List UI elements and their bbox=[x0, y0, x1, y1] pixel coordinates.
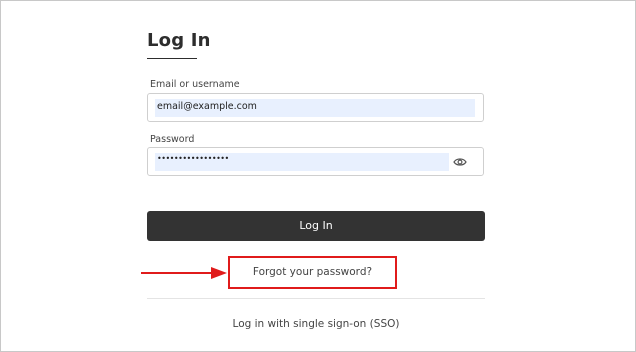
eye-icon[interactable] bbox=[453, 156, 467, 168]
password-field[interactable]: ••••••••••••••••• bbox=[147, 147, 484, 176]
page-title: Log In bbox=[147, 30, 211, 51]
sso-login-link[interactable]: Log in with single sign-on (SSO) bbox=[147, 318, 485, 330]
arrow-right-icon bbox=[141, 267, 227, 279]
forgot-password-link[interactable]: Forgot your password? bbox=[230, 266, 395, 278]
email-label: Email or username bbox=[150, 79, 240, 90]
highlight-box: Forgot your password? bbox=[228, 256, 397, 289]
password-value: ••••••••••••••••• bbox=[157, 154, 229, 163]
divider bbox=[147, 298, 485, 299]
password-label: Password bbox=[150, 134, 195, 145]
window-frame bbox=[0, 0, 636, 352]
email-value: email@example.com bbox=[157, 101, 257, 112]
email-field[interactable]: email@example.com bbox=[147, 93, 484, 122]
title-underline bbox=[147, 58, 197, 59]
login-button[interactable]: Log In bbox=[147, 211, 485, 241]
